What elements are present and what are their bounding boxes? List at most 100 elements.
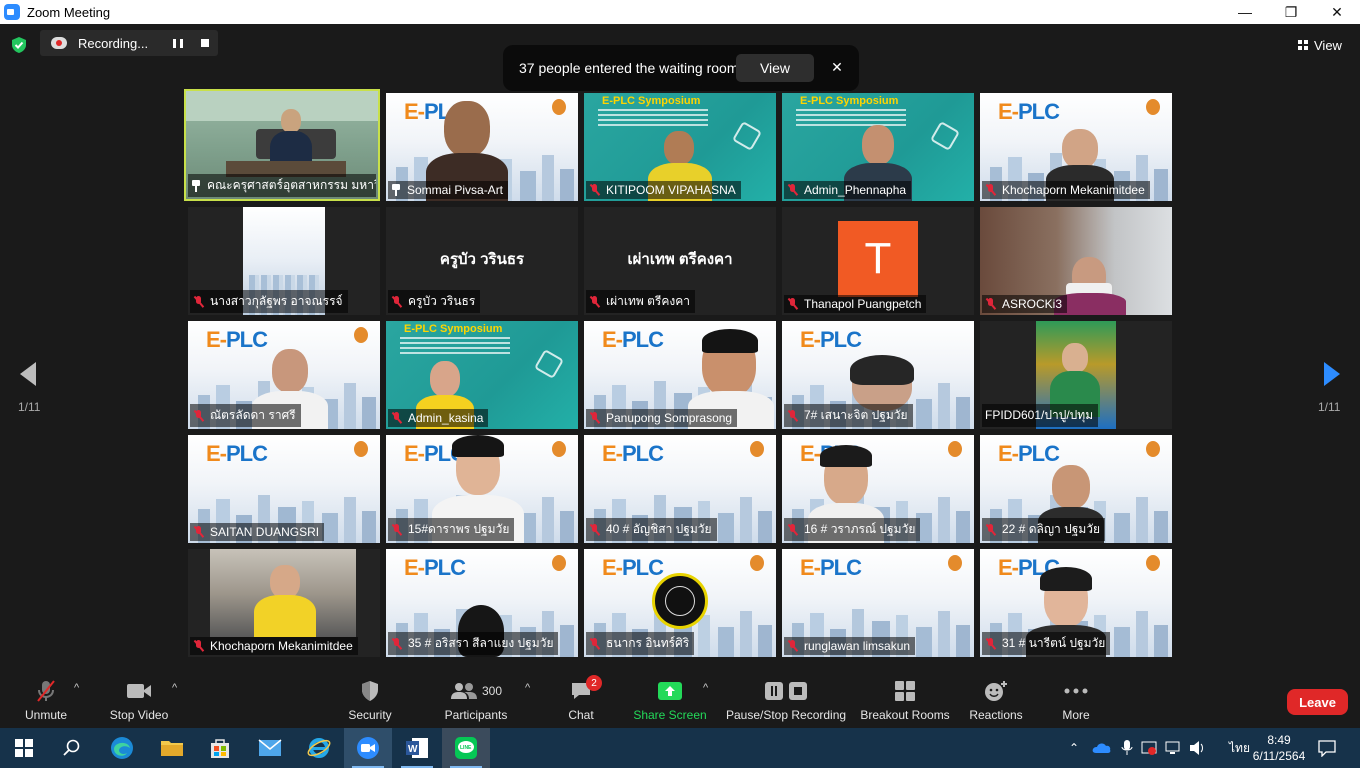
previous-page-arrow-icon[interactable]: [18, 360, 38, 388]
screen-capture-tray-icon[interactable]: [1141, 740, 1157, 756]
encryption-shield-icon[interactable]: [10, 36, 28, 54]
video-tile[interactable]: E-PLC Symposium KITIPOOM VIPAHASNA: [584, 93, 776, 201]
video-tile[interactable]: E-PLC Sommai Pivsa-Art: [386, 93, 578, 201]
mic-muted-icon: [391, 637, 402, 650]
video-camera-icon: [127, 684, 151, 698]
maximize-button[interactable]: ❐: [1268, 0, 1314, 24]
taskbar-internet-explorer[interactable]: [295, 728, 343, 768]
video-tile[interactable]: E-PLC Symposium Admin_kasina: [386, 321, 578, 429]
system-tray: ⌃ ไทย: [1066, 728, 1250, 768]
clock-time: 8:49: [1267, 733, 1291, 747]
minimize-button[interactable]: —: [1222, 0, 1268, 24]
leave-meeting-button[interactable]: Leave: [1287, 689, 1348, 715]
security-button[interactable]: Security: [346, 678, 394, 722]
pause-recording-icon[interactable]: [173, 39, 183, 48]
video-tile[interactable]: คณะครุศาสตร์อุตสาหกรรม มหาวิ...: [184, 89, 380, 201]
participant-name: 31 # นารีตน์ ปฐมวัย: [1002, 636, 1106, 650]
waiting-room-view-button[interactable]: View: [736, 54, 814, 82]
plc-logo-text: PLC: [1018, 441, 1060, 466]
taskbar-zoom[interactable]: [344, 728, 392, 768]
plc-logo-text: PLC: [622, 555, 664, 580]
plc-logo-text: E-: [404, 99, 425, 124]
participant-name: คณะครุศาสตร์อุตสาหกรรม มหาวิ...: [207, 178, 376, 192]
taskbar-edge-chromium[interactable]: [98, 728, 146, 768]
mic-muted-icon: [787, 523, 798, 536]
audio-options-caret-icon[interactable]: ^: [74, 682, 79, 694]
participant-name: ธนากร อินทร์ศิริ: [606, 636, 690, 650]
participants-options-caret-icon[interactable]: ^: [525, 682, 530, 694]
chat-button[interactable]: 2 Chat: [566, 675, 602, 722]
close-window-button[interactable]: ✕: [1314, 0, 1360, 24]
waiting-room-close-icon[interactable]: ✕: [827, 57, 847, 77]
reactions-button[interactable]: Reactions: [968, 678, 1024, 722]
view-layout-button[interactable]: View: [1298, 33, 1350, 57]
taskbar-line[interactable]: LINE: [442, 728, 490, 768]
taskbar-microsoft-store[interactable]: [196, 728, 244, 768]
participants-icon: [450, 683, 477, 699]
participant-avatar: T: [838, 221, 918, 297]
video-tile[interactable]: E-PLC ธนากร อินทร์ศิริ: [584, 549, 776, 657]
meeting-toolbar: Unmute ^ Stop Video ^ Security 300 Parti…: [0, 670, 1360, 728]
participant-name: FPIDD601/ปาปู/ปทุม: [985, 408, 1094, 422]
video-tile[interactable]: E-PLC 40 # อัญชิสา ปฐมวัย: [584, 435, 776, 543]
video-tile[interactable]: E-PLC Symposium Admin_Phennapha: [782, 93, 974, 201]
taskbar-mail[interactable]: [246, 728, 294, 768]
start-button[interactable]: [0, 728, 48, 768]
participants-button[interactable]: 300 Participants: [444, 678, 508, 722]
breakout-rooms-button[interactable]: Breakout Rooms: [860, 678, 950, 722]
microphone-tray-icon[interactable]: [1121, 740, 1133, 756]
mic-muted-icon: [193, 409, 204, 422]
video-tile[interactable]: E-PLC 15#ดาราพร ปฐมวัย: [386, 435, 578, 543]
taskbar-word[interactable]: W: [393, 728, 441, 768]
video-tile[interactable]: E-PLC 7# เสนาะจิต ปฐมวัย: [782, 321, 974, 429]
video-tile[interactable]: FPIDD601/ปาปู/ปทุม: [980, 321, 1172, 429]
action-center-notification-icon[interactable]: [1318, 739, 1336, 757]
mic-muted-icon: [985, 637, 996, 650]
more-button[interactable]: More: [1056, 678, 1096, 722]
show-hidden-icons-chevron-icon[interactable]: ⌃: [1066, 741, 1082, 755]
stop-video-button[interactable]: Stop Video: [106, 678, 172, 722]
share-options-caret-icon[interactable]: ^: [703, 682, 708, 694]
taskbar-file-explorer[interactable]: [148, 728, 196, 768]
video-tile[interactable]: นางสาวกุลัฐพร อาจณรรจ์: [188, 207, 380, 315]
video-tile[interactable]: E-PLC 35 # อริสรา สีลาแยง ปฐมวัย: [386, 549, 578, 657]
university-seal-icon: [750, 555, 764, 571]
next-page-arrow-icon[interactable]: [1322, 360, 1342, 388]
participant-nametag: ธนากร อินทร์ศิริ: [586, 632, 695, 655]
mic-muted-icon: [985, 298, 996, 310]
participant-name: SAITAN DUANGSRI: [210, 525, 320, 539]
folder-icon: [161, 741, 183, 756]
plc-logo-text: PLC: [622, 327, 664, 352]
video-options-caret-icon[interactable]: ^: [172, 682, 177, 694]
onedrive-cloud-icon[interactable]: [1092, 741, 1112, 755]
mic-muted-icon: [787, 409, 798, 422]
video-tile[interactable]: E-PLC 16 # วราภรณ์ ปฐมวัย: [782, 435, 974, 543]
stop-recording-icon[interactable]: [201, 39, 209, 47]
video-tile[interactable]: E-PLC 31 # นารีตน์ ปฐมวัย: [980, 549, 1172, 657]
video-tile[interactable]: เผ่าเทพ ตรีคงคา เผ่าเทพ ตรีคงคา: [584, 207, 776, 315]
university-seal-icon: [354, 327, 368, 343]
video-tile[interactable]: E-PLC Panupong Somprasong: [584, 321, 776, 429]
input-language-indicator[interactable]: ไทย: [1229, 739, 1250, 758]
svg-text:LINE: LINE: [460, 745, 472, 751]
video-tile[interactable]: E-PLC Khochaporn Mekanimitdee: [980, 93, 1172, 201]
participant-nametag: Admin_Phennapha: [784, 181, 912, 199]
video-tile[interactable]: E-PLC SAITAN DUANGSRI: [188, 435, 380, 543]
video-tile[interactable]: E-PLC 22 # ดลิญา ปฐมวัย: [980, 435, 1172, 543]
video-tile[interactable]: ASROCKi3: [980, 207, 1172, 315]
video-tile[interactable]: T Thanapol Puangpetch: [782, 207, 974, 315]
taskbar-clock[interactable]: 8:49 6/11/2564: [1248, 732, 1310, 764]
pause-stop-recording-button[interactable]: Pause/Stop Recording: [726, 678, 846, 722]
video-tile[interactable]: ครูบัว วรินธร ครูบัว วรินธร: [386, 207, 578, 315]
volume-icon[interactable]: [1189, 740, 1207, 756]
search-button[interactable]: [48, 728, 96, 768]
participant-nametag: Sommai Pivsa-Art: [388, 181, 509, 199]
video-tile[interactable]: E-PLC runglawan limsakun: [782, 549, 974, 657]
video-tile[interactable]: Khochaporn Mekanimitdee: [188, 549, 380, 657]
share-screen-button[interactable]: Share Screen: [633, 678, 707, 722]
video-tile[interactable]: E-PLC ณัตรลัดดา ราศรี: [188, 321, 380, 429]
participant-nametag: 31 # นารีตน์ ปฐมวัย: [982, 632, 1111, 655]
participant-name: runglawan limsakun: [804, 639, 911, 653]
unmute-button[interactable]: Unmute: [22, 678, 70, 722]
network-icon[interactable]: [1165, 740, 1181, 756]
